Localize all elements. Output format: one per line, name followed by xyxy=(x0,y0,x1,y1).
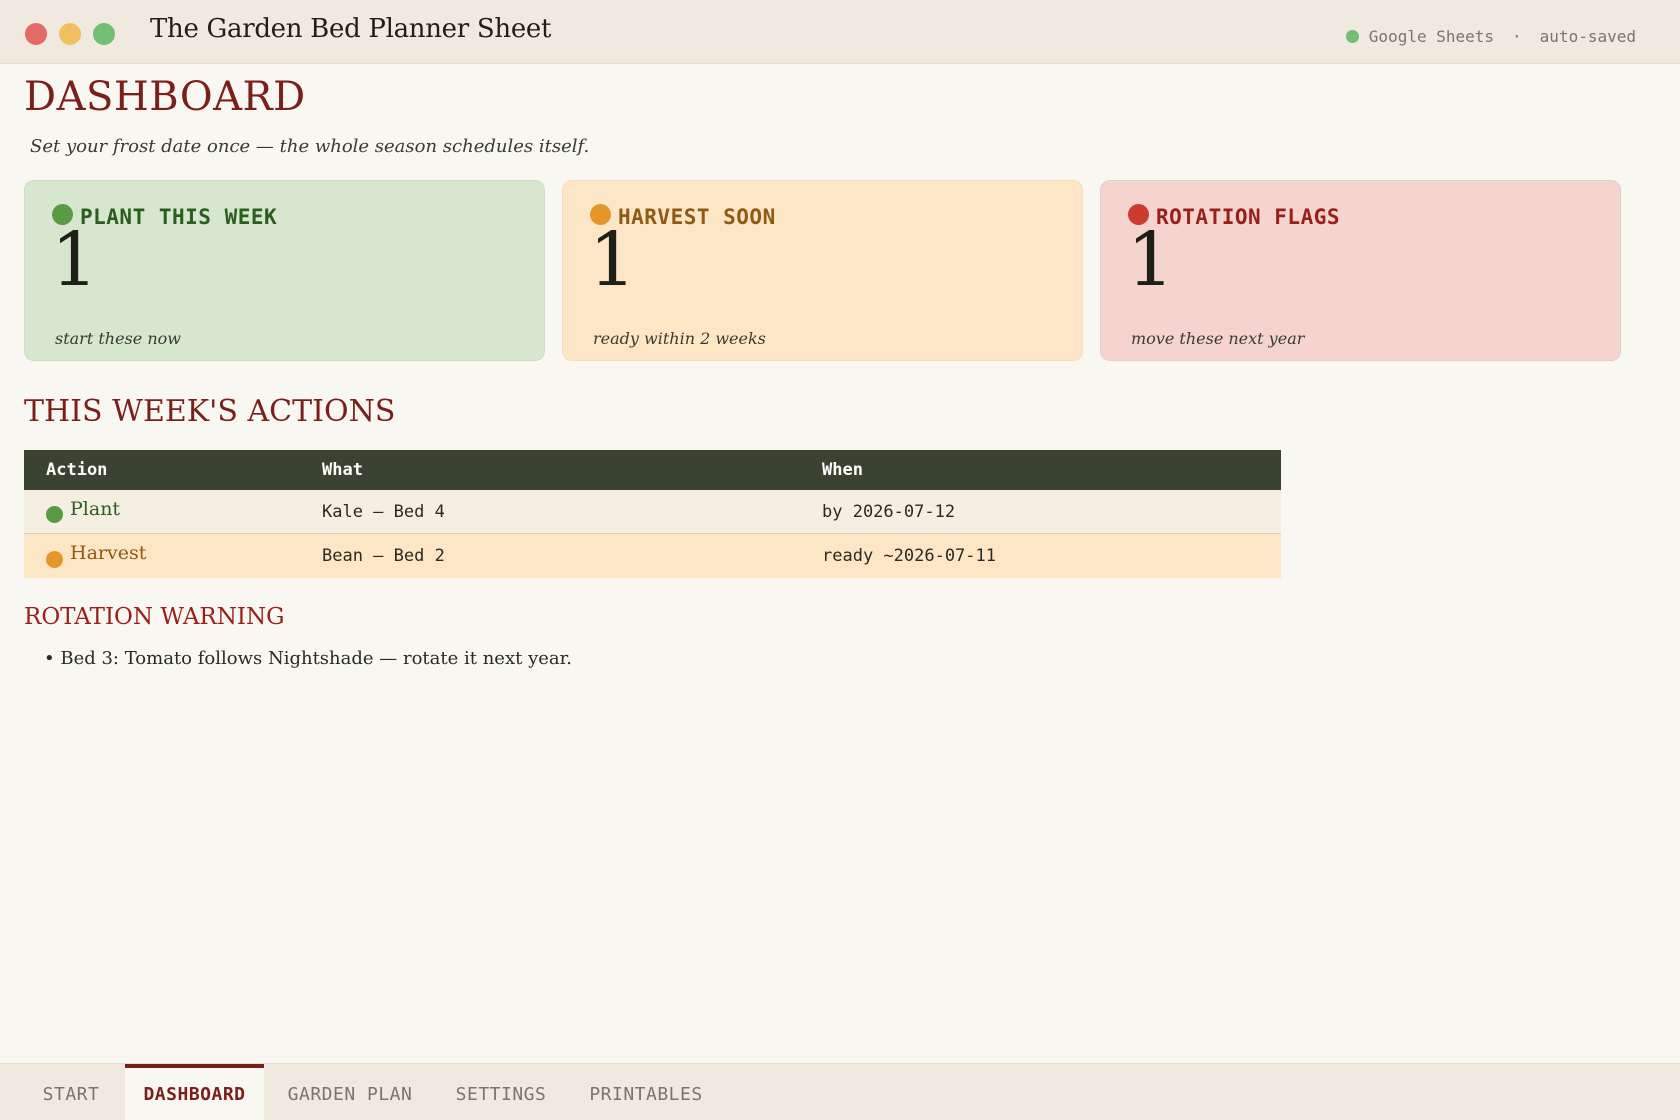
card-note: start these now xyxy=(55,329,181,348)
sheet-tab-bar: START DASHBOARD GARDEN PLAN SETTINGS PRI… xyxy=(0,1063,1680,1120)
rotation-warning-item: • Bed 3: Tomato follows Nightshade — rot… xyxy=(44,648,572,669)
action-label: Plant xyxy=(70,497,121,520)
action-cell[interactable]: Harvest xyxy=(24,542,322,568)
title-bar: The Garden Bed Planner Sheet Google Shee… xyxy=(0,0,1680,64)
tab-garden-plan[interactable]: GARDEN PLAN xyxy=(276,1068,424,1120)
actions-section-title: THIS WEEK'S ACTIONS xyxy=(24,394,396,429)
minimize-window-button[interactable] xyxy=(59,23,81,45)
card-value: 1 xyxy=(1127,217,1175,303)
tab-printables[interactable]: PRINTABLES xyxy=(578,1068,714,1120)
table-header: Action What When xyxy=(24,450,1281,490)
table-row[interactable]: Plant Kale — Bed 4 by 2026-07-12 xyxy=(24,490,1281,534)
card-label: ROTATION FLAGS xyxy=(1156,205,1341,229)
tab-dashboard[interactable]: DASHBOARD xyxy=(125,1064,264,1120)
when-cell[interactable]: ready ~2026-07-11 xyxy=(822,546,1281,566)
save-status: Google Sheets · auto-saved xyxy=(1345,27,1636,46)
card-label: HARVEST SOON xyxy=(618,205,776,229)
document-title: The Garden Bed Planner Sheet xyxy=(150,14,552,44)
status-separator: · xyxy=(1512,27,1522,46)
action-cell[interactable]: Plant xyxy=(24,497,322,523)
what-cell[interactable]: Bean — Bed 2 xyxy=(322,546,822,566)
table-row[interactable]: Harvest Bean — Bed 2 ready ~2026-07-11 xyxy=(24,534,1281,578)
green-dot-icon xyxy=(46,506,63,523)
close-window-button[interactable] xyxy=(25,23,47,45)
orange-dot-icon xyxy=(46,550,63,568)
card-label: PLANT THIS WEEK xyxy=(80,205,278,229)
what-cell[interactable]: Kale — Bed 4 xyxy=(322,502,822,522)
column-header-action: Action xyxy=(46,460,108,480)
card-note: ready within 2 weeks xyxy=(593,329,766,348)
card-harvest-soon: HARVEST SOON 1 ready within 2 weeks xyxy=(562,180,1083,361)
when-cell[interactable]: by 2026-07-12 xyxy=(822,502,1281,522)
app-name: Google Sheets xyxy=(1368,27,1495,46)
card-plant-this-week: PLANT THIS WEEK 1 start these now xyxy=(24,180,545,361)
card-note: move these next year xyxy=(1131,329,1305,348)
column-header-when: When xyxy=(822,460,863,480)
tab-settings[interactable]: SETTINGS xyxy=(440,1068,562,1120)
card-value: 1 xyxy=(51,217,99,303)
card-rotation-flags: ROTATION FLAGS 1 move these next year xyxy=(1100,180,1621,361)
card-value: 1 xyxy=(589,217,637,303)
action-label: Harvest xyxy=(70,542,147,564)
column-header-what: What xyxy=(322,460,363,480)
save-status-text: auto-saved xyxy=(1539,27,1636,46)
page-title: DASHBOARD xyxy=(24,74,306,120)
maximize-window-button[interactable] xyxy=(93,23,115,45)
actions-table: Action What When Plant Kale — Bed 4 by 2… xyxy=(24,450,1281,578)
tab-start[interactable]: START xyxy=(24,1068,118,1120)
rotation-warning-title: ROTATION WARNING xyxy=(24,604,285,630)
page-subtitle: Set your frost date once — the whole sea… xyxy=(30,136,590,157)
status-dot-icon xyxy=(1345,30,1359,43)
